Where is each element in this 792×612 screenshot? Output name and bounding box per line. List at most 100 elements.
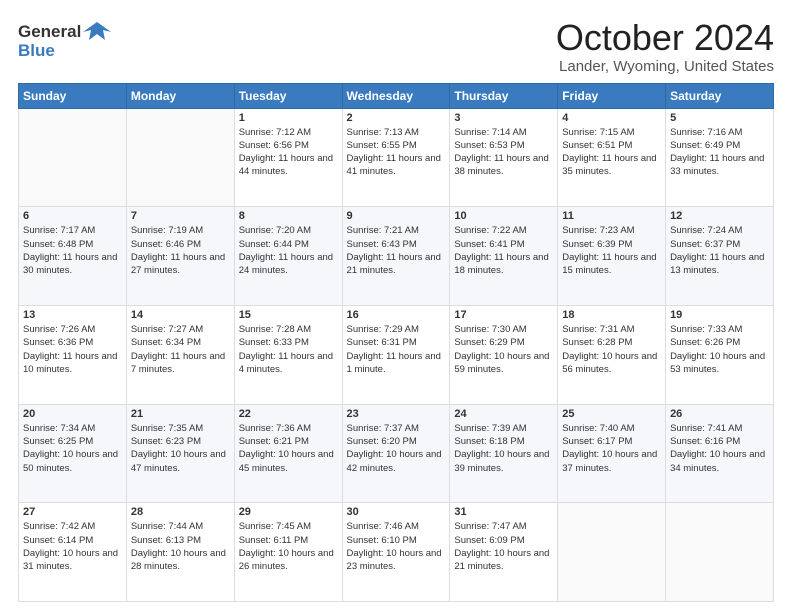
day-info: Sunrise: 7:31 AM Sunset: 6:28 PM Dayligh… xyxy=(562,323,661,376)
day-number: 4 xyxy=(562,112,661,124)
table-row: 9 Sunrise: 7:21 AM Sunset: 6:43 PM Daylig… xyxy=(342,207,450,306)
day-info: Sunrise: 7:44 AM Sunset: 6:13 PM Dayligh… xyxy=(131,520,230,573)
day-info: Sunrise: 7:14 AM Sunset: 6:53 PM Dayligh… xyxy=(454,126,553,179)
day-number: 25 xyxy=(562,408,661,420)
col-wednesday: Wednesday xyxy=(342,83,450,108)
table-row: 6 Sunrise: 7:17 AM Sunset: 6:48 PM Daylig… xyxy=(19,207,127,306)
calendar-title: October 2024 xyxy=(556,18,774,58)
table-row xyxy=(558,503,666,602)
day-number: 24 xyxy=(454,408,553,420)
table-row: 5Sunrise: 7:16 AM Sunset: 6:49 PM Daylig… xyxy=(666,108,774,207)
day-number: 16 xyxy=(347,309,446,321)
day-info: Sunrise: 7:12 AM Sunset: 6:56 PM Dayligh… xyxy=(239,126,338,179)
table-row: 3Sunrise: 7:14 AM Sunset: 6:53 PM Daylig… xyxy=(450,108,558,207)
day-number: 12 xyxy=(670,210,769,222)
day-number: 31 xyxy=(454,506,553,518)
day-info: Sunrise: 7:24 AM Sunset: 6:37 PM Dayligh… xyxy=(670,224,769,277)
table-row: 31 Sunrise: 7:47 AM Sunset: 6:09 PM Dayli… xyxy=(450,503,558,602)
table-row: 25 Sunrise: 7:40 AM Sunset: 6:17 PM Dayli… xyxy=(558,404,666,503)
day-number: 27 xyxy=(23,506,122,518)
logo-bird-icon xyxy=(83,18,111,46)
day-info: Sunrise: 7:28 AM Sunset: 6:33 PM Dayligh… xyxy=(239,323,338,376)
day-info: Sunrise: 7:45 AM Sunset: 6:11 PM Dayligh… xyxy=(239,520,338,573)
day-number: 2 xyxy=(347,112,446,124)
table-row: 7Sunrise: 7:19 AM Sunset: 6:46 PM Daylig… xyxy=(126,207,234,306)
day-info: Sunrise: 7:37 AM Sunset: 6:20 PM Dayligh… xyxy=(347,422,446,475)
table-row: 4 Sunrise: 7:15 AM Sunset: 6:51 PM Daylig… xyxy=(558,108,666,207)
day-info: Sunrise: 7:33 AM Sunset: 6:26 PM Dayligh… xyxy=(670,323,769,376)
day-info: Sunrise: 7:15 AM Sunset: 6:51 PM Dayligh… xyxy=(562,126,661,179)
page: General Blue October 2024 Lander, Wyomin… xyxy=(0,0,792,612)
calendar-week-row: 13Sunrise: 7:26 AM Sunset: 6:36 PM Dayli… xyxy=(19,305,774,404)
day-number: 9 xyxy=(347,210,446,222)
day-info: Sunrise: 7:42 AM Sunset: 6:14 PM Dayligh… xyxy=(23,520,122,573)
day-number: 13 xyxy=(23,309,122,321)
day-info: Sunrise: 7:21 AM Sunset: 6:43 PM Dayligh… xyxy=(347,224,446,277)
day-number: 17 xyxy=(454,309,553,321)
table-row: 23Sunrise: 7:37 AM Sunset: 6:20 PM Dayli… xyxy=(342,404,450,503)
day-number: 22 xyxy=(239,408,338,420)
table-row: 21 Sunrise: 7:35 AM Sunset: 6:23 PM Dayli… xyxy=(126,404,234,503)
day-number: 29 xyxy=(239,506,338,518)
day-number: 14 xyxy=(131,309,230,321)
table-row: 15 Sunrise: 7:28 AM Sunset: 6:33 PM Dayli… xyxy=(234,305,342,404)
title-block: October 2024 Lander, Wyoming, United Sta… xyxy=(556,18,774,75)
calendar-week-row: 6 Sunrise: 7:17 AM Sunset: 6:48 PM Daylig… xyxy=(19,207,774,306)
day-number: 7 xyxy=(131,210,230,222)
col-saturday: Saturday xyxy=(666,83,774,108)
col-monday: Monday xyxy=(126,83,234,108)
day-info: Sunrise: 7:27 AM Sunset: 6:34 PM Dayligh… xyxy=(131,323,230,376)
day-number: 30 xyxy=(347,506,446,518)
logo: General Blue xyxy=(18,18,111,61)
table-row: 11 Sunrise: 7:23 AM Sunset: 6:39 PM Dayli… xyxy=(558,207,666,306)
logo-blue: Blue xyxy=(18,42,55,61)
day-number: 5 xyxy=(670,112,769,124)
day-number: 11 xyxy=(562,210,661,222)
table-row: 12 Sunrise: 7:24 AM Sunset: 6:37 PM Dayli… xyxy=(666,207,774,306)
table-row: 19 Sunrise: 7:33 AM Sunset: 6:26 PM Dayli… xyxy=(666,305,774,404)
table-row: 1 Sunrise: 7:12 AM Sunset: 6:56 PM Daylig… xyxy=(234,108,342,207)
table-row: 28 Sunrise: 7:44 AM Sunset: 6:13 PM Dayli… xyxy=(126,503,234,602)
day-info: Sunrise: 7:36 AM Sunset: 6:21 PM Dayligh… xyxy=(239,422,338,475)
table-row: 17Sunrise: 7:30 AM Sunset: 6:29 PM Dayli… xyxy=(450,305,558,404)
day-info: Sunrise: 7:35 AM Sunset: 6:23 PM Dayligh… xyxy=(131,422,230,475)
day-info: Sunrise: 7:17 AM Sunset: 6:48 PM Dayligh… xyxy=(23,224,122,277)
day-info: Sunrise: 7:29 AM Sunset: 6:31 PM Dayligh… xyxy=(347,323,446,376)
calendar-week-row: 1 Sunrise: 7:12 AM Sunset: 6:56 PM Daylig… xyxy=(19,108,774,207)
day-number: 18 xyxy=(562,309,661,321)
day-number: 19 xyxy=(670,309,769,321)
table-row: 20Sunrise: 7:34 AM Sunset: 6:25 PM Dayli… xyxy=(19,404,127,503)
day-info: Sunrise: 7:39 AM Sunset: 6:18 PM Dayligh… xyxy=(454,422,553,475)
table-row: 22 Sunrise: 7:36 AM Sunset: 6:21 PM Dayli… xyxy=(234,404,342,503)
day-number: 8 xyxy=(239,210,338,222)
day-number: 10 xyxy=(454,210,553,222)
table-row xyxy=(19,108,127,207)
table-row: 10Sunrise: 7:22 AM Sunset: 6:41 PM Dayli… xyxy=(450,207,558,306)
table-row xyxy=(666,503,774,602)
day-number: 28 xyxy=(131,506,230,518)
day-info: Sunrise: 7:23 AM Sunset: 6:39 PM Dayligh… xyxy=(562,224,661,277)
table-row: 13Sunrise: 7:26 AM Sunset: 6:36 PM Dayli… xyxy=(19,305,127,404)
day-number: 1 xyxy=(239,112,338,124)
day-number: 6 xyxy=(23,210,122,222)
table-row: 24 Sunrise: 7:39 AM Sunset: 6:18 PM Dayli… xyxy=(450,404,558,503)
day-number: 21 xyxy=(131,408,230,420)
calendar-subtitle: Lander, Wyoming, United States xyxy=(556,58,774,75)
day-info: Sunrise: 7:40 AM Sunset: 6:17 PM Dayligh… xyxy=(562,422,661,475)
day-number: 15 xyxy=(239,309,338,321)
day-info: Sunrise: 7:13 AM Sunset: 6:55 PM Dayligh… xyxy=(347,126,446,179)
calendar-week-row: 27 Sunrise: 7:42 AM Sunset: 6:14 PM Dayli… xyxy=(19,503,774,602)
table-row: 8 Sunrise: 7:20 AM Sunset: 6:44 PM Daylig… xyxy=(234,207,342,306)
table-row: 30 Sunrise: 7:46 AM Sunset: 6:10 PM Dayli… xyxy=(342,503,450,602)
table-row: 18 Sunrise: 7:31 AM Sunset: 6:28 PM Dayli… xyxy=(558,305,666,404)
day-number: 26 xyxy=(670,408,769,420)
day-info: Sunrise: 7:46 AM Sunset: 6:10 PM Dayligh… xyxy=(347,520,446,573)
day-info: Sunrise: 7:20 AM Sunset: 6:44 PM Dayligh… xyxy=(239,224,338,277)
table-row: 14 Sunrise: 7:27 AM Sunset: 6:34 PM Dayli… xyxy=(126,305,234,404)
col-tuesday: Tuesday xyxy=(234,83,342,108)
col-sunday: Sunday xyxy=(19,83,127,108)
table-row xyxy=(126,108,234,207)
table-row: 26 Sunrise: 7:41 AM Sunset: 6:16 PM Dayli… xyxy=(666,404,774,503)
day-info: Sunrise: 7:47 AM Sunset: 6:09 PM Dayligh… xyxy=(454,520,553,573)
day-info: Sunrise: 7:41 AM Sunset: 6:16 PM Dayligh… xyxy=(670,422,769,475)
